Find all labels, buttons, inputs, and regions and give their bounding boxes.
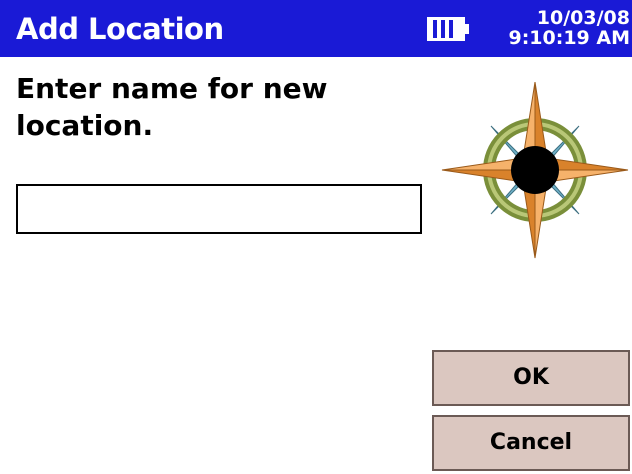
date-text: 10/03/08	[536, 7, 630, 29]
compass-rose-icon	[441, 82, 629, 259]
title-bar: Add Location 10/03/08 9:10:19 AM	[0, 0, 632, 57]
ok-button[interactable]: OK	[432, 350, 630, 406]
location-name-input[interactable]	[16, 184, 422, 234]
battery-icon	[427, 17, 469, 41]
cancel-button[interactable]: Cancel	[432, 415, 630, 471]
prompt-text: Enter name for new location.	[16, 72, 328, 142]
window-title: Add Location	[16, 12, 224, 46]
clock: 10/03/08 9:10:19 AM	[508, 8, 630, 48]
time-text: 9:10:19 AM	[508, 27, 630, 49]
